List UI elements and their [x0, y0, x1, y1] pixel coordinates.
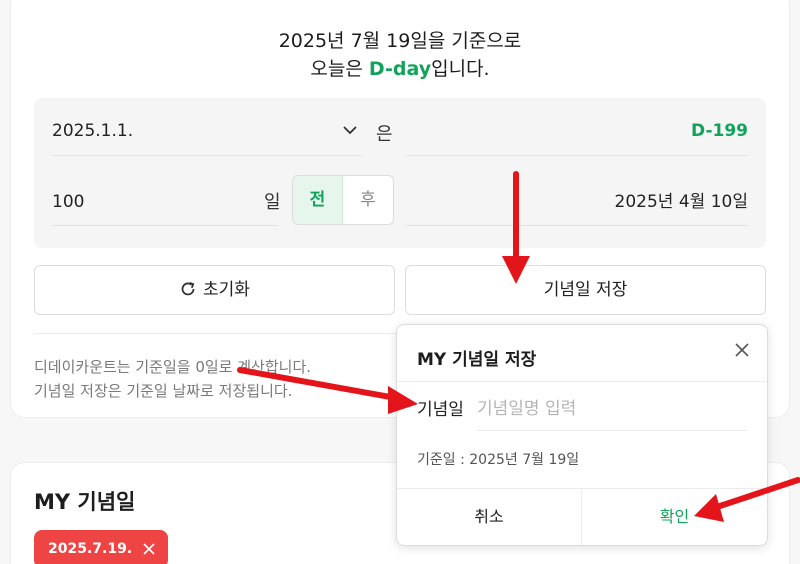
arrow-to-confirm-button: [694, 477, 800, 522]
annotation-arrows: [237, 171, 800, 522]
arrow-to-save-button: [502, 171, 530, 284]
arrow-to-name-field: [237, 367, 418, 414]
